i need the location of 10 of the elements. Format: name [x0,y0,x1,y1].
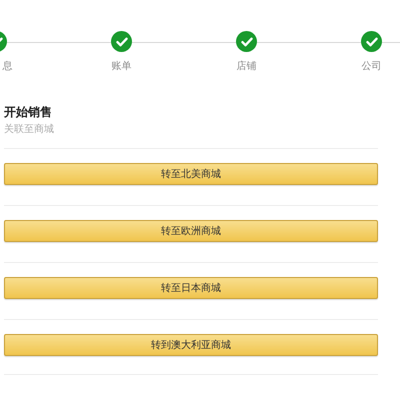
section-subtitle: 关联至商城 [4,122,55,136]
step-label: 公司 [362,60,382,73]
marketplace-button[interactable]: 转至日本商城 [4,277,378,299]
step-label: 息 [2,60,12,73]
marketplace-button[interactable]: 转到澳大利亚商城 [4,334,378,356]
step-label: 店铺 [236,60,256,73]
step-label: 账单 [112,60,132,73]
section-title: 开始销售 [4,104,53,121]
marketplace-button[interactable]: 转至欧洲商城 [4,220,378,242]
marketplace-button[interactable]: 转至北美商城 [4,163,378,185]
